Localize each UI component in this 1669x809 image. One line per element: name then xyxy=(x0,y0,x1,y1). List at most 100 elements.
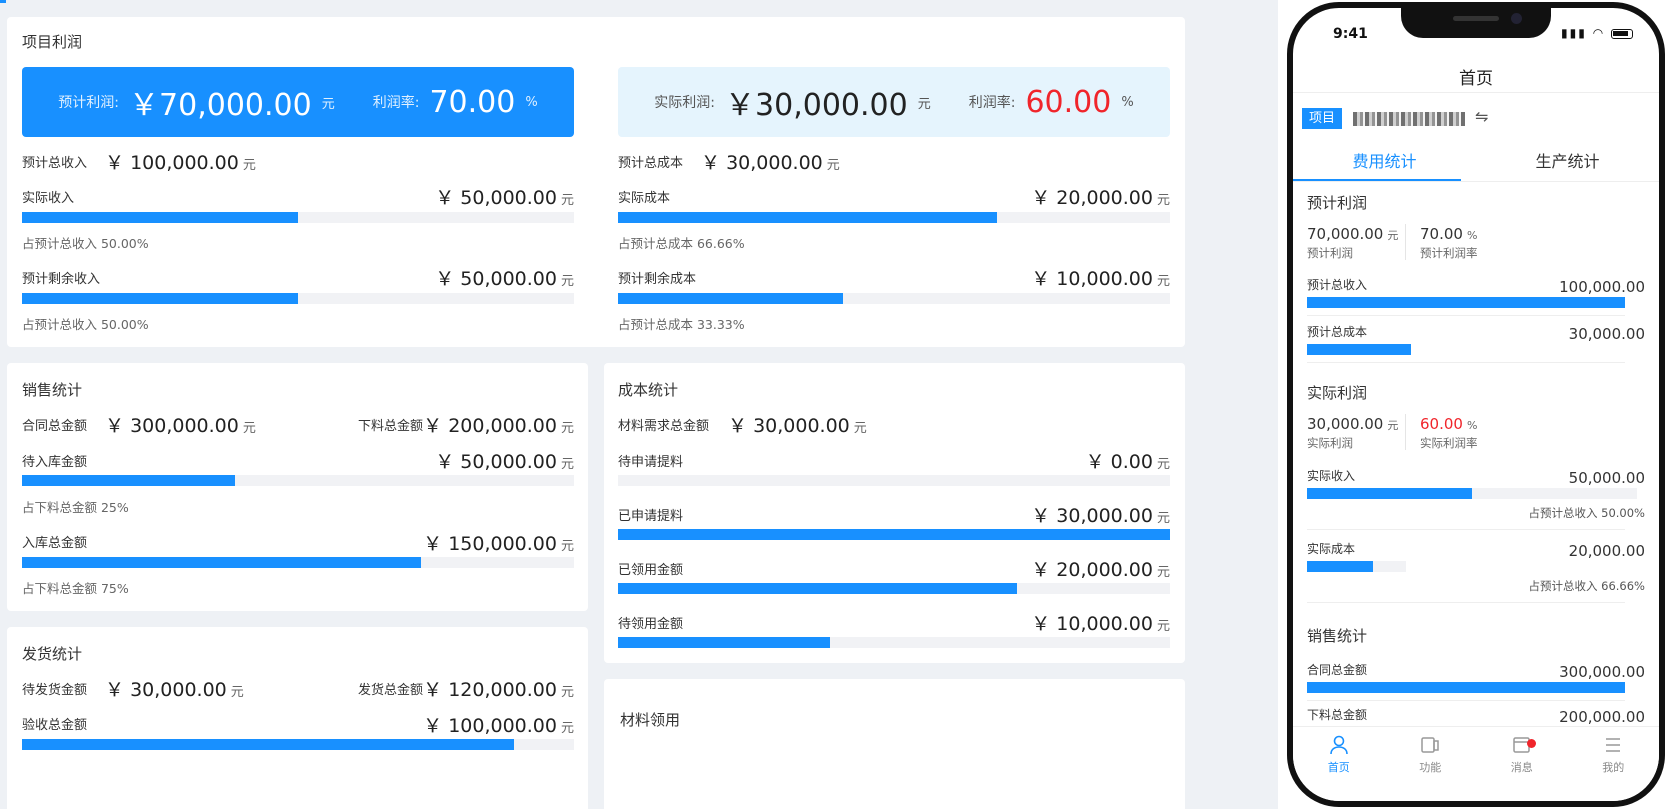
m-sales-section-title: 销售统计 xyxy=(1307,627,1368,645)
remaining-cost-note: 占预计总成本 33.33% xyxy=(618,317,745,332)
material-use-card: 材料领用 xyxy=(604,679,1185,809)
bar-fill xyxy=(1307,488,1472,499)
tab-production-stats[interactable]: 生产统计 xyxy=(1476,148,1659,172)
swap-icon[interactable]: ⇋ xyxy=(1475,107,1488,126)
tabbar-messages[interactable]: 消息 xyxy=(1476,735,1568,775)
tabbar-label: 我的 xyxy=(1602,761,1625,774)
divider xyxy=(1307,529,1625,530)
bar-fill xyxy=(1307,561,1373,572)
remaining-income-value: ￥ 50,000.00 元 xyxy=(435,268,574,290)
actual-profit-unit: 元 xyxy=(917,96,931,112)
m-actual-cost-bar xyxy=(1307,561,1406,572)
pending-receive-value: ￥ 10,000.00 元 xyxy=(1031,613,1170,635)
bottom-tab-bar: 首页 功能 消息 我的 xyxy=(1293,726,1659,801)
m-actual-cost-label: 实际成本 xyxy=(1307,542,1356,556)
actual-rate-value: 60.00 xyxy=(1025,84,1112,120)
pending-request-value: ￥ 0.00 元 xyxy=(1085,451,1170,473)
m-actual-income-label: 实际收入 xyxy=(1307,469,1356,483)
warehoused-total-value: ￥ 150,000.00 元 xyxy=(423,533,574,555)
function-icon xyxy=(1421,737,1439,753)
actual-profit-label: 实际利润: xyxy=(654,95,716,111)
remaining-income-note: 占预计总收入 50.00% xyxy=(22,317,149,332)
pending-shipment-value: ￥ 30,000.00 元 xyxy=(105,679,244,701)
actual-profit-section-title: 实际利润 xyxy=(1307,384,1368,402)
divider xyxy=(1293,92,1659,93)
actual-profit-kv-value: 30,000.00 元 xyxy=(1307,415,1399,433)
card-title: 项目利润 xyxy=(22,33,83,51)
cost-stats-card: 成本统计 材料需求总金额 ￥ 30,000.00 元 待申请提料 ￥ 0.00 元 … xyxy=(604,363,1185,663)
actual-rate-kv-value: 60.00% xyxy=(1420,415,1478,433)
remaining-income-bar xyxy=(22,293,574,304)
bar-fill xyxy=(22,293,298,304)
received-label: 已领用金额 xyxy=(618,563,684,578)
actual-rate-unit: % xyxy=(1121,94,1134,110)
actual-cost-value: ￥ 20,000.00 元 xyxy=(1031,187,1170,209)
bar-fill xyxy=(22,739,515,750)
divider xyxy=(1307,362,1625,363)
tabbar-home[interactable]: 首页 xyxy=(1293,735,1385,775)
tabbar-label: 功能 xyxy=(1419,761,1442,774)
expected-profit-kv-label: 预计利润 xyxy=(1307,246,1353,260)
m-blanking-total-value: 200,000.00 xyxy=(1559,708,1645,726)
expected-total-income-label: 预计总收入 xyxy=(22,156,88,171)
bar-fill xyxy=(22,475,235,486)
tabbar-label: 首页 xyxy=(1327,761,1350,774)
pending-warehouse-label: 待入库金额 xyxy=(22,455,88,470)
m-expected-cost-value: 30,000.00 xyxy=(1568,325,1645,343)
expected-profit-label: 预计利润: xyxy=(58,95,120,111)
blanking-total-label: 下料总金额 xyxy=(358,419,424,434)
m-expected-income-label: 预计总收入 xyxy=(1307,278,1368,292)
pending-receive-label: 待领用金额 xyxy=(618,617,684,632)
m-contract-total-value: 300,000.00 xyxy=(1559,663,1645,681)
acceptance-total-bar xyxy=(22,739,574,750)
pending-shipment-label: 待发货金额 xyxy=(22,683,88,698)
remaining-income-label: 预计剩余收入 xyxy=(22,272,101,287)
bar-fill xyxy=(618,293,844,304)
tabbar-label: 消息 xyxy=(1510,761,1533,774)
user-icon xyxy=(1329,735,1348,755)
bar-fill xyxy=(618,637,831,648)
shipped-total-value: ￥ 120,000.00 元 xyxy=(423,679,574,701)
tabbar-mine[interactable]: 我的 xyxy=(1568,735,1660,775)
phone-frame: 9:41 ▮▮▮ ◠ 首页 项目 ⇋ 费用统计 生产统计 预计利润 70,000… xyxy=(1287,2,1665,807)
divider xyxy=(1307,315,1625,316)
actual-income-value: ￥ 50,000.00 元 xyxy=(435,187,574,209)
m-expected-income-value: 100,000.00 xyxy=(1559,278,1645,296)
requested-value: ￥ 30,000.00 元 xyxy=(1031,505,1170,527)
phone-notch xyxy=(1401,8,1551,38)
shipping-stats-card: 发货统计 待发货金额 ￥ 30,000.00 元 发货总金额 ￥ 120,000.… xyxy=(7,627,588,809)
expected-profit-box: 预计利润: ￥70,000.00 元 利润率: 70.00 % xyxy=(22,67,574,137)
expected-total-cost-label: 预计总成本 xyxy=(618,156,684,171)
blanking-total-value: ￥ 200,000.00 元 xyxy=(423,415,574,437)
bar-fill xyxy=(618,212,997,223)
pending-request-bar xyxy=(618,475,1170,486)
m-actual-cost-value: 20,000.00 xyxy=(1568,542,1645,560)
bar-fill xyxy=(1307,682,1625,693)
status-time: 9:41 xyxy=(1333,26,1368,42)
divider xyxy=(1293,181,1659,182)
acceptance-total-value: ￥ 100,000.00 元 xyxy=(423,715,574,737)
top-accent-bar xyxy=(0,0,6,3)
desktop-dashboard: 项目利润 预计利润: ￥70,000.00 元 利润率: 70.00 % 实际利… xyxy=(0,0,1278,809)
sales-stats-card: 销售统计 合同总金额 ￥ 300,000.00 元 下料总金额 ￥ 200,000… xyxy=(7,363,588,611)
mobile-page-title: 首页 xyxy=(1459,69,1493,89)
card-title: 成本统计 xyxy=(618,381,679,399)
bar-fill xyxy=(618,583,1018,594)
actual-income-label: 实际收入 xyxy=(22,191,75,206)
divider xyxy=(1307,602,1625,603)
material-total-label: 材料需求总金额 xyxy=(618,419,710,434)
signal-icon: ▮▮▮ xyxy=(1561,26,1587,40)
project-name-blurred xyxy=(1353,112,1465,126)
expected-profit-section-title: 预计利润 xyxy=(1307,194,1368,212)
kv-separator xyxy=(1405,224,1406,260)
tabbar-functions[interactable]: 功能 xyxy=(1385,735,1477,775)
expected-rate-kv-label: 预计利润率 xyxy=(1420,246,1478,260)
acceptance-total-label: 验收总金额 xyxy=(22,718,88,733)
expected-rate-value: 70.00 xyxy=(429,84,516,120)
battery-icon xyxy=(1611,28,1633,39)
expected-total-income-value: ￥ 100,000.00 元 xyxy=(105,152,256,174)
tab-cost-stats[interactable]: 费用统计 xyxy=(1293,148,1476,172)
shipped-total-label: 发货总金额 xyxy=(358,683,424,698)
actual-income-bar xyxy=(22,212,574,223)
actual-cost-note: 占预计总成本 66.66% xyxy=(618,236,745,251)
